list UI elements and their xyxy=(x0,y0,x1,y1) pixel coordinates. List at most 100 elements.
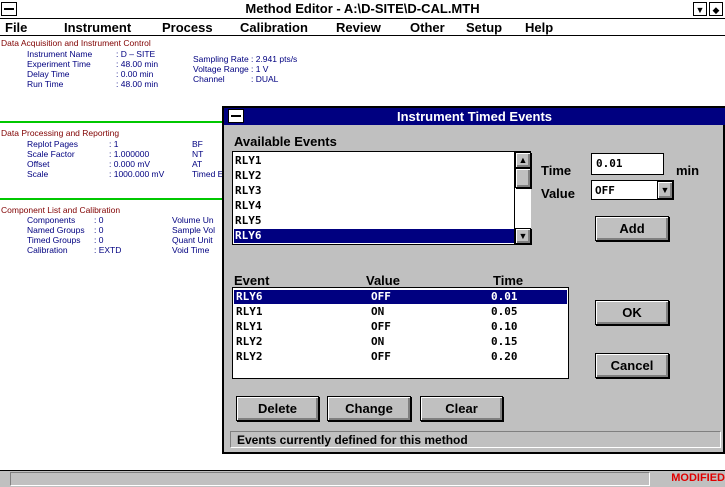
ok-button[interactable]: OK xyxy=(595,300,669,325)
value-experiment-time: : 48.00 min xyxy=(116,59,159,69)
menu-other[interactable]: Other xyxy=(410,20,445,35)
scroll-thumb[interactable] xyxy=(515,168,531,188)
event-row[interactable]: RLY2 ON 0.15 xyxy=(234,335,567,349)
modified-indicator: MODIFIED xyxy=(671,472,725,484)
event-row[interactable]: RLY2 OFF 0.20 xyxy=(234,350,567,364)
label-channel: Channel xyxy=(193,74,225,84)
section-divider xyxy=(0,121,222,123)
menu-process[interactable]: Process xyxy=(162,20,213,35)
menu-review[interactable]: Review xyxy=(336,20,381,35)
event-name: RLY2 xyxy=(236,350,263,363)
event-name: RLY1 xyxy=(236,305,263,318)
label-sampling-rate: Sampling Rate xyxy=(193,54,249,64)
value-calibration: : EXTD xyxy=(94,245,122,255)
dialog-title-bar: Instrument Timed Events xyxy=(224,108,725,125)
value-timed-groups: : 0 xyxy=(94,235,104,245)
available-event-item[interactable]: RLY3 xyxy=(235,184,513,198)
available-event-item[interactable]: RLY5 xyxy=(235,214,513,228)
cancel-button[interactable]: Cancel xyxy=(595,353,669,378)
label-void-time: Void Time xyxy=(172,245,210,255)
label-named-groups: Named Groups xyxy=(27,225,85,235)
menu-calibration[interactable]: Calibration xyxy=(240,20,308,35)
column-event-header: Event xyxy=(234,273,270,288)
section-component-title[interactable]: Component List and Calibration xyxy=(1,205,120,215)
label-instrument-name: Instrument Name xyxy=(27,49,93,59)
event-row-selected[interactable]: RLY6 OFF 0.01 xyxy=(234,290,567,304)
delete-button[interactable]: Delete xyxy=(236,396,319,421)
label-delay-time: Delay Time xyxy=(27,69,70,79)
label-nt: NT xyxy=(192,149,204,159)
maximize-icon[interactable]: ◆ xyxy=(709,2,723,16)
label-bf: BF xyxy=(192,139,203,149)
menu-file[interactable]: File xyxy=(5,20,27,35)
time-label: Time xyxy=(541,163,572,178)
value-replot-pages: : 1 xyxy=(109,139,119,149)
event-row[interactable]: RLY1 ON 0.05 xyxy=(234,305,567,319)
value-voltage-range: : 1 V xyxy=(251,64,269,74)
event-row[interactable]: RLY1 OFF 0.10 xyxy=(234,320,567,334)
label-timed-groups: Timed Groups xyxy=(27,235,81,245)
label-at: AT xyxy=(192,159,203,169)
label-volume-unit: Volume Un xyxy=(172,215,214,225)
available-event-item-selected[interactable]: RLY6 xyxy=(234,229,515,243)
defined-events-list[interactable]: RLY6 OFF 0.01 RLY1 ON 0.05 RLY1 OFF 0.10… xyxy=(232,287,569,379)
menu-instrument[interactable]: Instrument xyxy=(64,20,131,35)
value-select[interactable]: OFF ▼ xyxy=(591,180,674,200)
time-input[interactable]: 0.01 xyxy=(591,153,664,175)
value-channel: : DUAL xyxy=(251,74,279,84)
value-scale: : 1000.000 mV xyxy=(109,169,165,179)
label-run-time: Run Time xyxy=(27,79,64,89)
time-unit-label: min xyxy=(676,163,700,178)
value-instrument-name: : D – SITE xyxy=(116,49,156,59)
value-named-groups: : 0 xyxy=(94,225,104,235)
available-event-item[interactable]: RLY1 xyxy=(235,154,513,168)
label-calibration: Calibration xyxy=(27,245,68,255)
available-event-item[interactable]: RLY2 xyxy=(235,169,513,183)
event-time: 0.15 xyxy=(491,335,518,348)
label-scale: Scale xyxy=(27,169,49,179)
label-timed-events: Timed E xyxy=(192,169,224,179)
event-name: RLY2 xyxy=(236,335,263,348)
event-time: 0.20 xyxy=(491,350,518,363)
event-value: ON xyxy=(371,305,385,318)
label-offset: Offset xyxy=(27,159,50,169)
value-components: : 0 xyxy=(94,215,104,225)
label-experiment-time: Experiment Time xyxy=(27,59,91,69)
column-time-header: Time xyxy=(493,273,524,288)
available-event-item[interactable]: RLY4 xyxy=(235,199,513,213)
label-scale-factor: Scale Factor xyxy=(27,149,75,159)
dropdown-arrow-icon[interactable]: ▼ xyxy=(657,181,673,199)
label-components: Components xyxy=(27,215,76,225)
status-message-field xyxy=(10,472,650,486)
value-select-text: OFF xyxy=(595,184,615,197)
value-scale-factor: : 1.000000 xyxy=(109,149,150,159)
event-value: OFF xyxy=(371,290,391,303)
label-sample-volume: Sample Vol xyxy=(172,225,215,235)
scroll-up-icon[interactable]: ▲ xyxy=(515,152,531,168)
value-sampling-rate: : 2.941 pts/s xyxy=(251,54,298,64)
section-processing-title[interactable]: Data Processing and Reporting xyxy=(1,128,119,138)
add-button[interactable]: Add xyxy=(595,216,669,241)
dialog-status-text: Events currently defined for this method xyxy=(230,431,721,448)
scroll-down-icon[interactable]: ▼ xyxy=(515,228,531,244)
available-events-list[interactable]: RLY1 RLY2 RLY3 RLY4 RLY5 RLY6 ▲ ▼ xyxy=(232,151,531,245)
section-acquisition-title[interactable]: Data Acquisition and Instrument Control xyxy=(1,38,151,48)
change-button[interactable]: Change xyxy=(327,396,411,421)
section-divider xyxy=(0,198,222,200)
label-quant-unit: Quant Unit xyxy=(172,235,213,245)
event-value: OFF xyxy=(371,320,391,333)
event-name: RLY1 xyxy=(236,320,263,333)
minimize-icon[interactable]: ▼ xyxy=(693,2,707,16)
event-time: 0.05 xyxy=(491,305,518,318)
column-value-header: Value xyxy=(366,273,400,288)
list-scrollbar[interactable]: ▲ ▼ xyxy=(514,152,531,244)
event-value: ON xyxy=(371,335,385,348)
label-replot-pages: Replot Pages xyxy=(27,139,79,149)
window-title: Method Editor - A:\D-SITE\D-CAL.MTH xyxy=(245,1,480,16)
clear-button[interactable]: Clear xyxy=(420,396,503,421)
menu-help[interactable]: Help xyxy=(525,20,553,35)
value-delay-time: : 0.00 min xyxy=(116,69,154,79)
menu-setup[interactable]: Setup xyxy=(466,20,502,35)
value-label: Value xyxy=(541,186,575,201)
event-time: 0.10 xyxy=(491,320,518,333)
